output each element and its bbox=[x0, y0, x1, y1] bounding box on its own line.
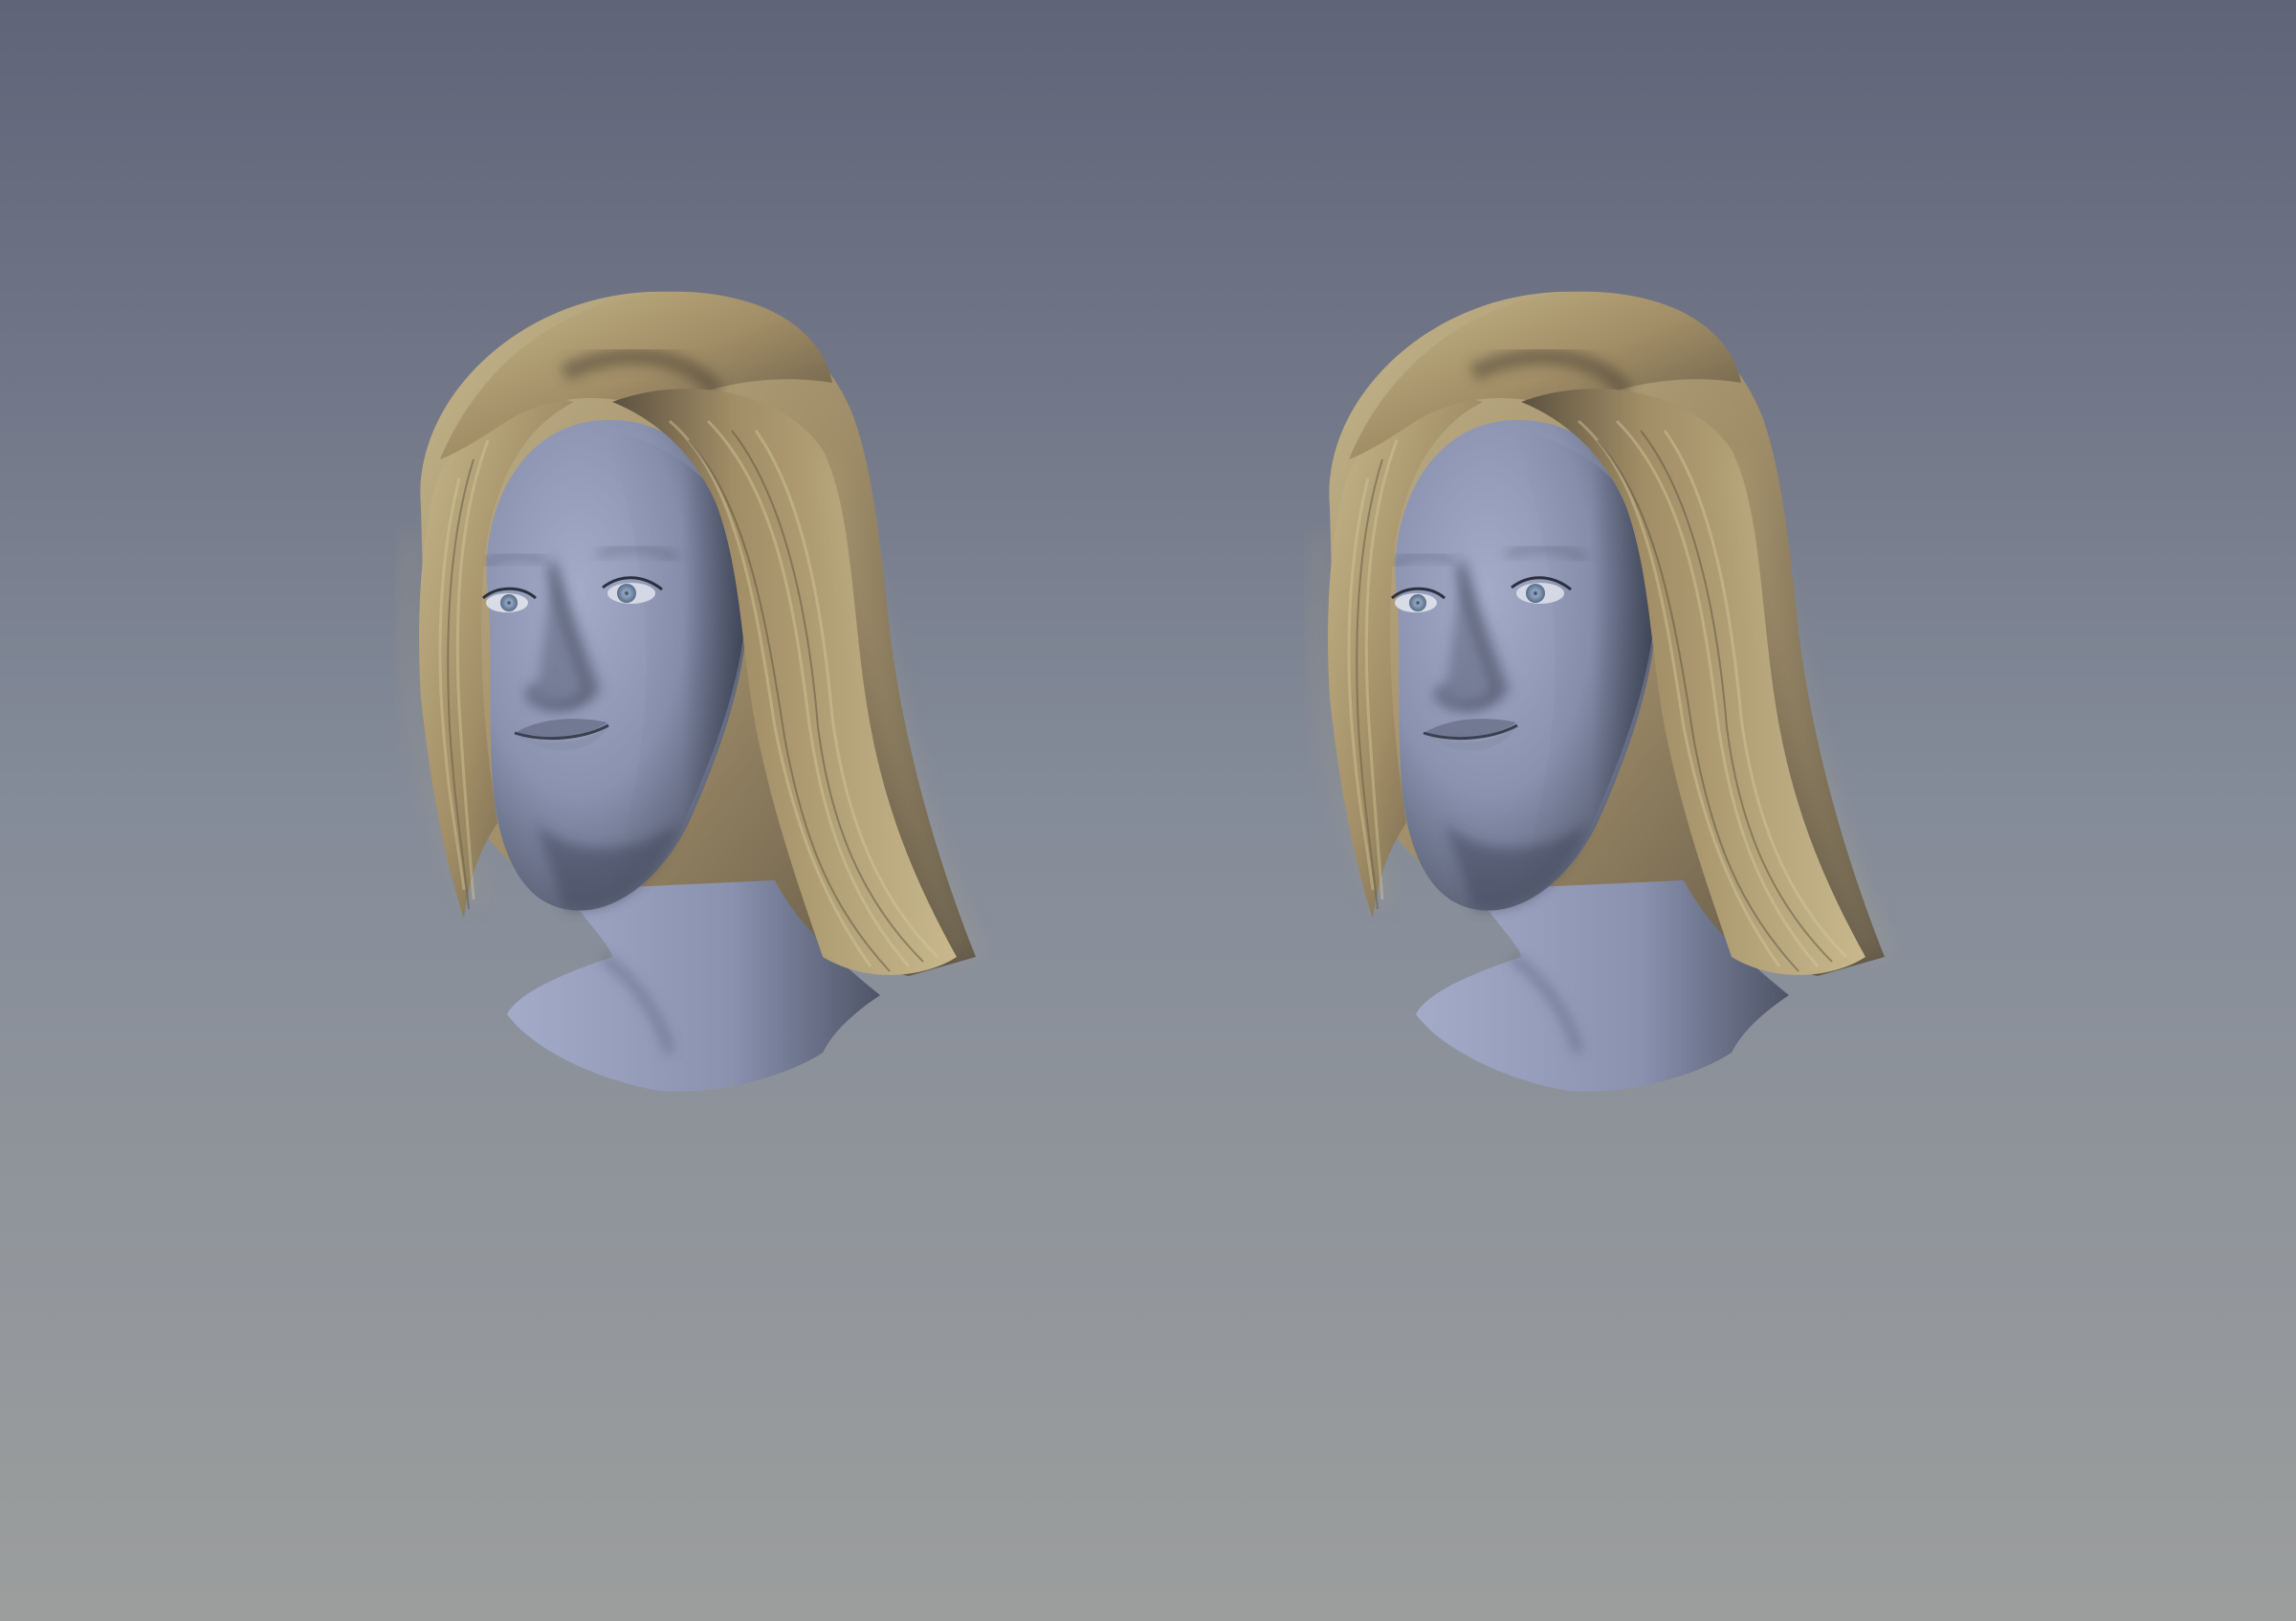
render-viewport bbox=[0, 0, 2296, 1621]
background-gradient bbox=[0, 0, 2296, 1621]
render-canvas bbox=[0, 0, 2296, 1621]
